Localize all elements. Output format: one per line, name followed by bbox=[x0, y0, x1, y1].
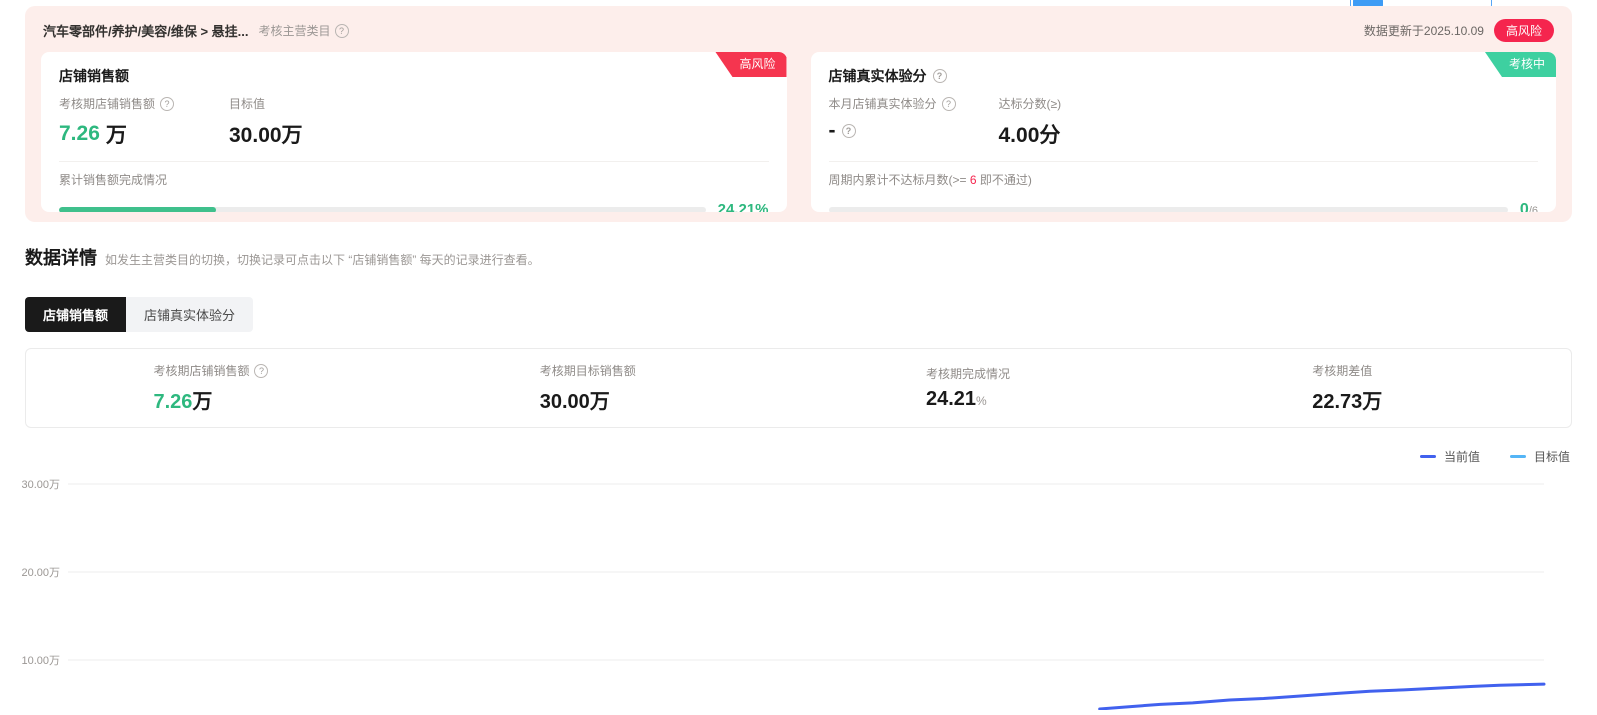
help-icon[interactable]: ? bbox=[941, 96, 956, 111]
months-failed: 0 bbox=[1519, 201, 1529, 212]
metric-label-text: 达标分数(≥) bbox=[998, 97, 1062, 111]
stat-label-text: 考核期店铺销售额 bbox=[153, 364, 250, 378]
legend-label: 当前值 bbox=[1443, 450, 1480, 464]
threshold-number: 6 bbox=[969, 173, 977, 187]
metric-label-text: 本月店铺真实体验分 bbox=[828, 97, 937, 111]
divider bbox=[828, 161, 1538, 162]
chart-canvas: 30.00万 20.00万 10.00万 bbox=[21, 479, 1546, 711]
chart-legend: 当前值 目标值 bbox=[1419, 448, 1570, 465]
metric-value: 30.00万 bbox=[229, 124, 303, 147]
stat-label-text: 考核期目标销售额 bbox=[539, 364, 636, 378]
legend-target-value[interactable]: 目标值 bbox=[1509, 448, 1570, 465]
metric-label-text: 目标值 bbox=[229, 97, 266, 111]
progress-label-pre: 周期内累计不达标月数(>= bbox=[828, 173, 967, 187]
metric-value: 4.00分 bbox=[998, 124, 1061, 147]
progress-fill bbox=[59, 206, 216, 212]
stat-period-sales: 考核期店铺销售额 ? 7.26万 bbox=[26, 362, 412, 414]
assessment-banner: 汽车零部件/养护/美容/维保 > 悬挂... 考核主营类目 ? 数据更新于202… bbox=[25, 6, 1572, 222]
help-icon[interactable]: ? bbox=[334, 23, 349, 38]
current-line-swatch bbox=[1419, 455, 1436, 458]
help-icon[interactable]: ? bbox=[932, 69, 947, 83]
breadcrumb[interactable]: 汽车零部件/养护/美容/维保 > 悬挂... bbox=[43, 21, 249, 40]
stat-value-text: 30.00 bbox=[539, 391, 590, 413]
sales-unit: 万 bbox=[105, 124, 127, 147]
progress-bar bbox=[828, 207, 1508, 212]
month-counter: 0/6 bbox=[1520, 201, 1538, 212]
metric-label: 达标分数(≥) bbox=[999, 95, 1062, 112]
metric-value: 7.26 万 bbox=[59, 119, 229, 149]
svg-text:30.00万: 30.00万 bbox=[21, 479, 60, 491]
stat-value-text: 7.26 bbox=[153, 391, 193, 413]
sales-value: 7.26 bbox=[59, 122, 100, 145]
metric-label: 本月店铺真实体验分 ? bbox=[829, 95, 999, 112]
stat-unit: 万 bbox=[1362, 391, 1383, 413]
store-sales-card: 高风险 店铺销售额 考核期店铺销售额 ? 7.26 万 目标值 30.00万 累… bbox=[41, 52, 787, 212]
category-label-text: 考核主营类目 bbox=[258, 24, 331, 38]
metric-label: 目标值 bbox=[229, 95, 303, 112]
legend-label: 目标值 bbox=[1533, 450, 1570, 464]
stat-target-sales: 考核期目标销售额 30.00万 bbox=[412, 362, 798, 414]
tab-experience-score[interactable]: 店铺真实体验分 bbox=[126, 297, 254, 332]
stat-unit: 万 bbox=[192, 391, 213, 413]
metric-value: - ? bbox=[829, 119, 999, 143]
stat-unit: 万 bbox=[589, 391, 610, 413]
experience-value: - bbox=[828, 119, 836, 142]
months-total: /6 bbox=[1528, 205, 1538, 212]
tab-group: 店铺销售额 店铺真实体验分 bbox=[25, 297, 254, 332]
progress-label: 周期内累计不达标月数(>= 6 即不通过) bbox=[829, 171, 1539, 188]
data-updated-text: 数据更新于2025.10.09 bbox=[1363, 24, 1484, 38]
tab-store-sales[interactable]: 店铺销售额 bbox=[25, 297, 127, 332]
stat-value-text: 24.21 bbox=[925, 388, 977, 410]
progress-label: 累计销售额完成情况 bbox=[59, 173, 168, 187]
stat-value-text: 22.73 bbox=[1312, 391, 1363, 413]
metric-label: 考核期店铺销售额 ? bbox=[59, 95, 229, 112]
stat-label-text: 考核期差值 bbox=[1312, 364, 1373, 378]
stat-label-text: 考核期完成情况 bbox=[925, 367, 1010, 381]
card-title-experience: 店铺真实体验分 ? bbox=[829, 66, 1539, 86]
stat-unit: % bbox=[976, 394, 987, 408]
risk-badge: 高风险 bbox=[1493, 19, 1554, 42]
section-title: 数据详情 bbox=[25, 248, 97, 268]
divider bbox=[59, 161, 769, 162]
card-title-text: 店铺真实体验分 bbox=[828, 68, 927, 84]
stats-strip: 考核期店铺销售额 ? 7.26万 考核期目标销售额 30.00万 考核期完成情况… bbox=[25, 348, 1572, 428]
stat-gap: 考核期差值 22.73万 bbox=[1185, 362, 1571, 414]
metric-label-text: 考核期店铺销售额 bbox=[59, 97, 156, 111]
progress-percent: 24.21% bbox=[717, 201, 769, 212]
help-icon[interactable]: ? bbox=[841, 124, 856, 138]
progress-bar bbox=[59, 206, 706, 212]
svg-text:20.00万: 20.00万 bbox=[21, 567, 60, 579]
sales-trend-chart[interactable]: 当前值 目标值 30.00万 20.00万 10.00万 bbox=[0, 440, 1597, 711]
experience-score-card: 考核中 店铺真实体验分 ? 本月店铺真实体验分 ? - ? 达标分数(≥) 4.… bbox=[810, 52, 1556, 212]
help-icon[interactable]: ? bbox=[254, 363, 269, 378]
card-title-sales: 店铺销售额 bbox=[59, 68, 129, 84]
section-subtitle: 如发生主营类目的切换，切换记录可点击以下 “店铺销售额” 每天的记录进行查看。 bbox=[105, 253, 540, 267]
target-line-swatch bbox=[1509, 455, 1526, 458]
legend-current-value[interactable]: 当前值 bbox=[1419, 448, 1480, 465]
svg-text:10.00万: 10.00万 bbox=[21, 655, 60, 667]
banner-header: 汽车零部件/养护/美容/维保 > 悬挂... 考核主营类目 ? 数据更新于202… bbox=[25, 6, 1572, 42]
progress-label-post: 即不通过) bbox=[979, 173, 1032, 187]
help-icon[interactable]: ? bbox=[160, 96, 175, 111]
category-label: 考核主营类目 ? bbox=[259, 22, 349, 39]
stat-completion: 考核期完成情况 24.21% bbox=[799, 365, 1185, 411]
